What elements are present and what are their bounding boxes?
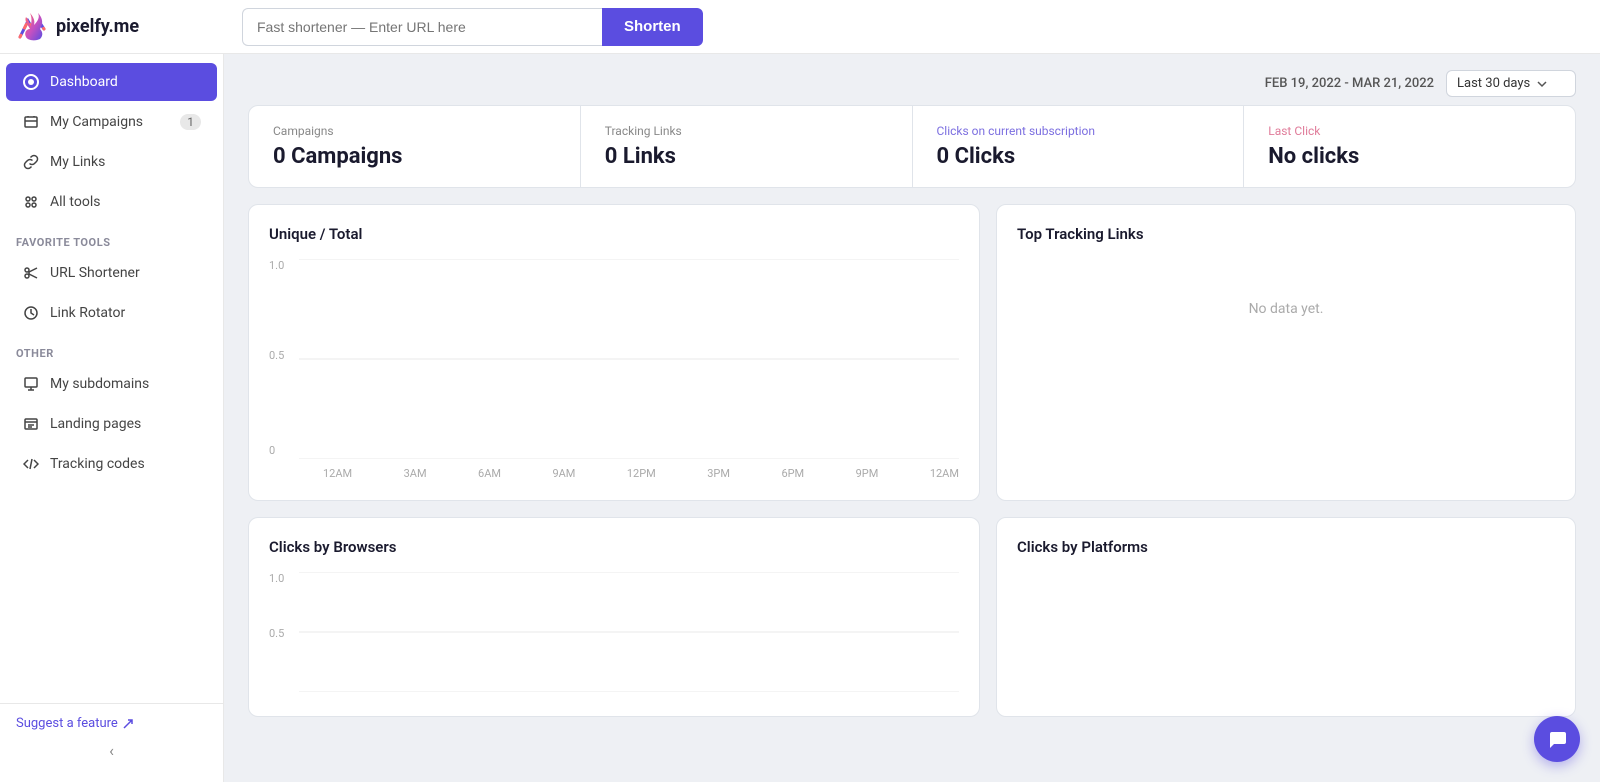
logo-text: pixelfy.me [56, 16, 139, 37]
stat-label: Campaigns [273, 124, 556, 138]
shorten-button[interactable]: Shorten [602, 8, 703, 46]
chart-wrapper: 1.0 0.5 0 12AM 3AM 6AM 9AM 12PM 3PM [269, 259, 959, 480]
chart-title: Clicks by Browsers [269, 538, 959, 556]
sidebar-item-dashboard[interactable]: Dashboard [6, 63, 217, 101]
url-shortener-bar: Shorten [242, 8, 842, 46]
chart-wrapper: 1.0 0.5 [269, 572, 959, 696]
sidebar-item-link-rotator[interactable]: Link Rotator [6, 294, 217, 332]
suggest-feature-link[interactable]: Suggest a feature [16, 716, 207, 731]
sidebar-item-label: Tracking codes [50, 456, 145, 472]
sidebar-item-label: All tools [50, 194, 100, 210]
sidebar-item-landing-pages[interactable]: Landing pages [6, 405, 217, 443]
sidebar-collapse-button[interactable]: ‹ [16, 731, 207, 770]
scissors-icon [22, 264, 40, 282]
sidebar-item-label: My Links [50, 154, 105, 170]
logo-icon [16, 11, 48, 43]
sidebar-item-url-shortener[interactable]: URL Shortener [6, 254, 217, 292]
topbar: pixelfy.me Shorten [0, 0, 1600, 54]
period-selector[interactable]: Last 30 days [1446, 70, 1576, 97]
browsers-svg [299, 572, 959, 692]
stat-last-click: Last Click No clicks [1244, 106, 1575, 187]
stat-value: 0 Clicks [937, 144, 1220, 169]
sidebar-item-all-tools[interactable]: All tools [6, 183, 217, 221]
charts-row-1: Unique / Total 1.0 0.5 0 12AM 3AM 6AM 9A… [248, 204, 1576, 501]
sidebar-item-my-links[interactable]: My Links [6, 143, 217, 181]
main-content: FEB 19, 2022 - MAR 21, 2022 Last 30 days… [224, 54, 1600, 782]
unique-total-svg [299, 259, 959, 459]
clicks-by-platforms-card: Clicks by Platforms [996, 517, 1576, 717]
landing-icon [22, 415, 40, 433]
chat-icon [1546, 728, 1568, 750]
stat-label: Clicks on current subscription [937, 124, 1220, 138]
charts-row-2: Clicks by Browsers 1.0 0.5 Clicks by Pla… [248, 517, 1576, 717]
top-tracking-links-card: Top Tracking Links No data yet. [996, 204, 1576, 501]
stat-label: Last Click [1268, 124, 1551, 138]
sidebar-item-label: Link Rotator [50, 305, 125, 321]
sidebar-item-label: Dashboard [50, 74, 118, 90]
stat-links: Tracking Links 0 Links [581, 106, 913, 187]
other-section-label: OTHER [0, 333, 223, 364]
sidebar-item-tracking-codes[interactable]: Tracking codes [6, 445, 217, 483]
campaigns-icon [22, 113, 40, 131]
links-icon [22, 153, 40, 171]
stat-campaigns: Campaigns 0 Campaigns [249, 106, 581, 187]
y-label-05: 0.5 [269, 627, 284, 640]
unique-total-chart: Unique / Total 1.0 0.5 0 12AM 3AM 6AM 9A… [248, 204, 980, 501]
stat-value: 0 Links [605, 144, 888, 169]
tools-icon [22, 193, 40, 211]
clicks-by-browsers-chart: Clicks by Browsers 1.0 0.5 [248, 517, 980, 717]
stat-clicks: Clicks on current subscription 0 Clicks [913, 106, 1245, 187]
y-label-0: 0 [269, 444, 275, 457]
date-filter-bar: FEB 19, 2022 - MAR 21, 2022 Last 30 days [224, 54, 1600, 105]
chart-title: Clicks by Platforms [1017, 538, 1555, 556]
sidebar: Dashboard My Campaigns 1 My Links All to… [0, 54, 224, 782]
chart-title: Top Tracking Links [1017, 225, 1555, 243]
sidebar-item-label: Landing pages [50, 416, 141, 432]
y-label-05: 0.5 [269, 349, 284, 362]
stat-label: Tracking Links [605, 124, 888, 138]
subdomains-icon [22, 375, 40, 393]
sidebar-item-my-subdomains[interactable]: My subdomains [6, 365, 217, 403]
chat-widget[interactable] [1534, 716, 1580, 762]
chart-title: Unique / Total [269, 225, 959, 243]
no-data-text: No data yet. [1017, 259, 1555, 359]
sidebar-item-label: My Campaigns [50, 114, 143, 130]
sidebar-item-my-campaigns[interactable]: My Campaigns 1 [6, 103, 217, 141]
logo: pixelfy.me [16, 11, 226, 43]
rotator-icon [22, 304, 40, 322]
stat-value: No clicks [1268, 144, 1551, 169]
campaigns-badge: 1 [180, 114, 201, 130]
x-labels: 12AM 3AM 6AM 9AM 12PM 3PM 6PM 9PM 12AM [299, 463, 959, 480]
dashboard-icon [22, 73, 40, 91]
sidebar-item-label: My subdomains [50, 376, 149, 392]
stat-value: 0 Campaigns [273, 144, 556, 169]
date-range-text: FEB 19, 2022 - MAR 21, 2022 [1265, 76, 1434, 91]
favorite-section-label: FAVORITE TOOLS [0, 222, 223, 253]
sidebar-item-label: URL Shortener [50, 265, 140, 281]
url-input[interactable] [242, 8, 602, 46]
y-label-1: 1.0 [269, 259, 284, 272]
layout: Dashboard My Campaigns 1 My Links All to… [0, 54, 1600, 782]
code-icon [22, 455, 40, 473]
sidebar-bottom: Suggest a feature ‹ [0, 703, 223, 782]
y-label-1: 1.0 [269, 572, 284, 585]
stats-row: Campaigns 0 Campaigns Tracking Links 0 L… [248, 105, 1576, 188]
